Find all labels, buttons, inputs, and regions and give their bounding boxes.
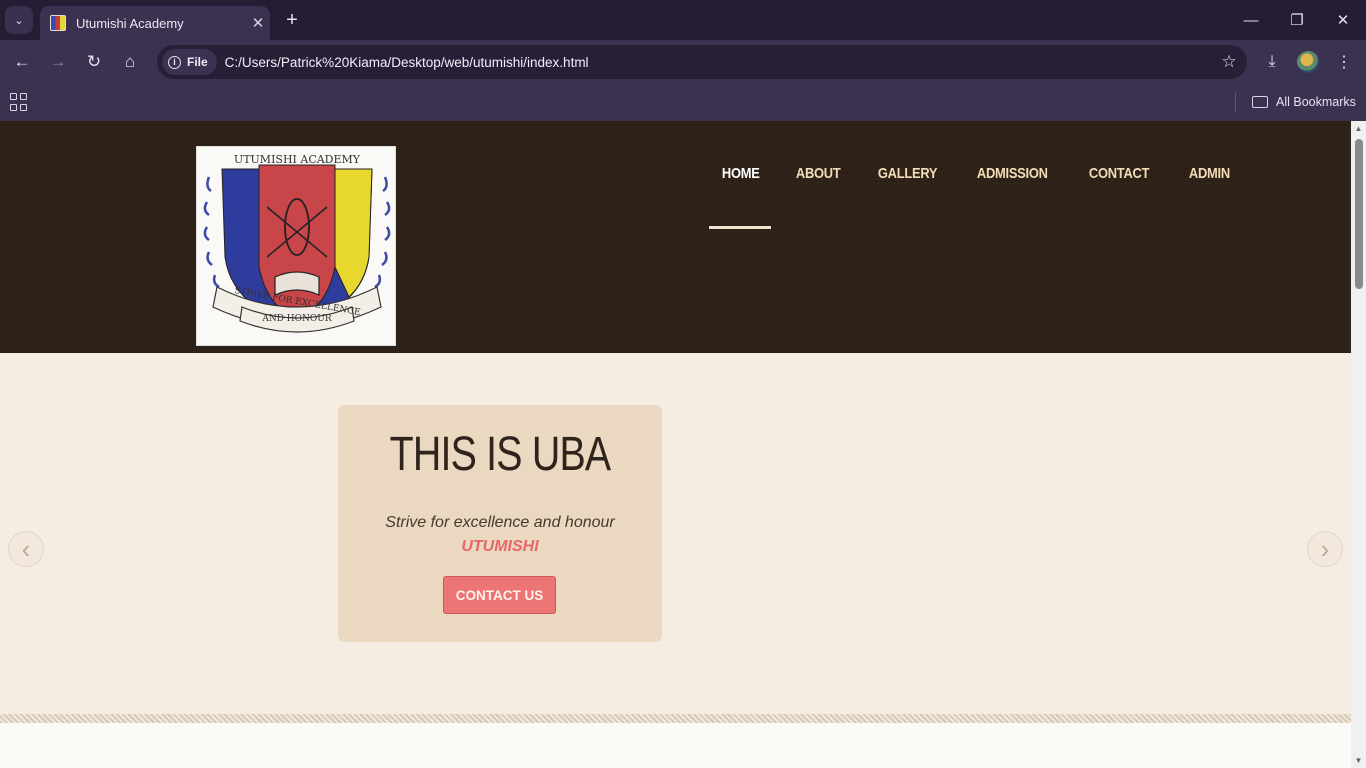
info-icon: i: [168, 55, 181, 69]
download-icon[interactable]: ⤓: [1258, 48, 1286, 76]
slider-next-arrow-icon[interactable]: ›: [1307, 531, 1343, 567]
restore-icon[interactable]: ❐: [1274, 0, 1320, 40]
nav-gallery[interactable]: GALLERY: [865, 161, 950, 186]
bookmark-star-icon[interactable]: ☆: [1211, 52, 1247, 72]
bookmarks-bar: All Bookmarks: [0, 84, 1366, 121]
slider-prev-arrow-icon[interactable]: ‹: [8, 531, 44, 567]
reload-icon[interactable]: ↻: [80, 48, 108, 76]
browser-menu-icon[interactable]: ⋮: [1330, 48, 1358, 76]
folder-icon: [1252, 96, 1268, 108]
address-bar[interactable]: i File C:/Users/Patrick%20Kiama/Desktop/…: [157, 45, 1247, 79]
back-arrow-icon[interactable]: ←: [8, 48, 36, 76]
site-info-chip-label: File: [187, 55, 208, 69]
forward-arrow-icon[interactable]: →: [44, 48, 72, 76]
hero-school-name: UTUMISHI: [461, 538, 539, 555]
hero-motto: Strive for excellence and honour: [385, 514, 615, 531]
new-tab-plus-icon[interactable]: +: [280, 6, 304, 34]
school-crest-logo[interactable]: UTUMISHI ACADEMY STRIVE FOR EXCELLENCE A…: [196, 146, 396, 346]
contact-us-button[interactable]: CONTACT US: [443, 576, 556, 614]
next-section: [0, 723, 1351, 768]
nav-about[interactable]: ABOUT: [783, 161, 853, 186]
site-info-chip[interactable]: i File: [162, 49, 217, 75]
browser-toolbar: ← → ↻ ⌂ i File C:/Users/Patrick%20Kiama/…: [0, 40, 1366, 84]
home-icon[interactable]: ⌂: [116, 48, 144, 76]
nav-active-underline: [709, 226, 771, 229]
nav-home[interactable]: HOME: [709, 161, 772, 186]
tab-title: Utumishi Academy: [76, 15, 184, 31]
page-viewport: UTUMISHI ACADEMY STRIVE FOR EXCELLENCE A…: [0, 121, 1351, 768]
browser-tab[interactable]: Utumishi Academy ✕: [40, 6, 270, 40]
minimize-icon[interactable]: —: [1228, 0, 1274, 40]
address-url[interactable]: C:/Users/Patrick%20Kiama/Desktop/web/utu…: [225, 55, 1211, 70]
page-scrollbar[interactable]: ▲ ▼: [1351, 121, 1366, 768]
scroll-down-icon[interactable]: ▼: [1354, 756, 1363, 765]
nav-admin[interactable]: ADMIN: [1176, 161, 1243, 186]
close-window-icon[interactable]: ✕: [1320, 0, 1366, 40]
tab-favicon-icon: [50, 15, 66, 31]
hero-caption-box: THIS IS UBA Strive for excellence and ho…: [338, 405, 662, 642]
scrollbar-thumb[interactable]: [1355, 139, 1363, 289]
hero-title: THIS IS UBA: [389, 428, 611, 481]
apps-grid-icon[interactable]: [10, 93, 28, 111]
nav-admission[interactable]: ADMISSION: [964, 161, 1061, 186]
section-divider: [0, 714, 1351, 723]
crest-svg: UTUMISHI ACADEMY STRIVE FOR EXCELLENCE A…: [203, 153, 391, 333]
all-bookmarks-button[interactable]: All Bookmarks: [1252, 92, 1356, 112]
browser-titlebar: ⌄ Utumishi Academy ✕ + — ❐ ✕: [0, 0, 1366, 40]
bookmarks-separator: [1235, 92, 1236, 112]
hero-slider: ‹ THIS IS UBA Strive for excellence and …: [0, 353, 1351, 714]
profile-avatar[interactable]: [1294, 48, 1322, 76]
svg-text:UTUMISHI ACADEMY: UTUMISHI ACADEMY: [234, 153, 361, 166]
main-nav: HOME ABOUT GALLERY ADMISSION CONTACT ADM…: [709, 161, 1254, 186]
nav-contact[interactable]: CONTACT: [1076, 161, 1162, 186]
svg-text:AND HONOUR: AND HONOUR: [261, 314, 332, 324]
tab-close-icon[interactable]: ✕: [246, 14, 270, 32]
tab-search-chevron-icon[interactable]: ⌄: [5, 6, 33, 34]
site-header: UTUMISHI ACADEMY STRIVE FOR EXCELLENCE A…: [0, 121, 1351, 353]
scroll-up-icon[interactable]: ▲: [1354, 124, 1363, 133]
all-bookmarks-label: All Bookmarks: [1276, 95, 1356, 109]
